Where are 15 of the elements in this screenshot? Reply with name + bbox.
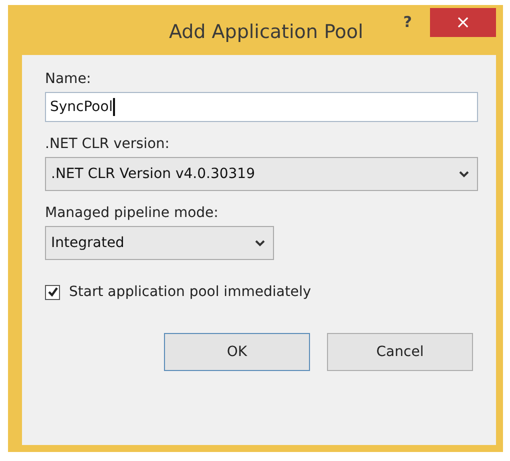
chevron-down-icon xyxy=(255,240,265,246)
field-label: .NET CLR version: xyxy=(45,136,170,152)
name-input-field[interactable]: SyncPool xyxy=(45,92,478,122)
field-label: Managed pipeline mode: xyxy=(45,205,218,221)
clr-version-dropdown[interactable]: .NET CLR Version v4.0.30319 xyxy=(45,157,478,191)
window-title: Add Application Pool xyxy=(168,21,364,43)
cancel-button[interactable]: Cancel xyxy=(327,333,473,371)
field-label: Name: xyxy=(45,71,92,87)
checkbox-label: Start application pool immediately xyxy=(69,284,312,300)
ok-button[interactable]: OK xyxy=(164,333,310,371)
chevron-down-icon xyxy=(459,170,469,178)
help-button[interactable]: ? xyxy=(403,13,412,31)
close-button[interactable]: × xyxy=(430,8,496,37)
pipeline-mode-dropdown[interactable]: Integrated xyxy=(45,226,274,260)
checkbox[interactable] xyxy=(45,284,60,300)
